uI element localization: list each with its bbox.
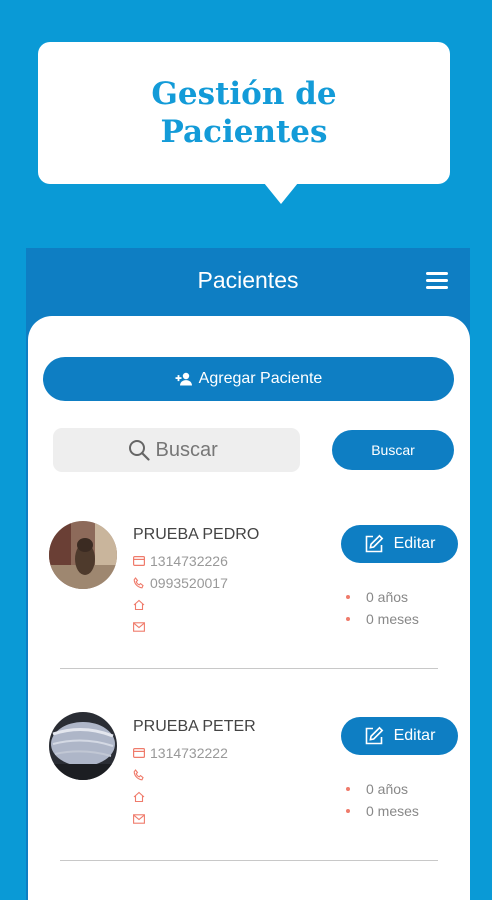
edit-patient-button[interactable]: Editar [341,525,458,563]
user-plus-icon [175,372,192,386]
app-screen: Pacientes Agregar Paciente Buscar Buscar… [26,248,470,900]
email-row [133,619,150,635]
bullet-icon [346,809,350,813]
mail-icon [133,622,145,632]
patient-name: PRUEBA PEDRO [133,526,260,543]
add-patient-button[interactable]: Agregar Paciente [43,357,454,401]
patient-age-months: 0 meses [366,803,419,819]
bullet-icon [346,595,350,599]
patient-avatar-photo [49,521,117,589]
app-bar-title: Pacientes [197,267,299,293]
patient-age-months: 0 meses [366,611,419,627]
page-title: Gestión de Pacientes [151,76,337,150]
age-months-row: 0 meses [346,803,419,819]
id-card-icon [133,748,145,758]
home-icon [133,599,145,611]
edit-label: Editar [393,727,436,744]
search-field[interactable] [53,428,300,472]
phone-icon [133,577,144,589]
id-card-icon [133,556,145,566]
phone-icon [133,769,144,781]
patient-name: PRUEBA PETER [133,718,256,735]
patient-card: PRUEBA PETER 1314732222 Editar 0 años 0 … [28,712,470,868]
search-button[interactable]: Buscar [332,430,454,470]
patient-phone: 0993520017 [150,575,228,591]
home-icon [133,791,145,803]
divider [60,860,438,861]
search-input[interactable] [155,438,226,462]
hamburger-menu-icon[interactable] [426,272,448,289]
edit-icon [365,726,383,745]
age-years-row: 0 años [346,589,408,605]
bullet-icon [346,787,350,791]
patient-age-years: 0 años [366,781,409,797]
edit-label: Editar [393,535,436,552]
id-row: 1314732222 [133,745,228,761]
patient-age-years: 0 años [366,589,409,605]
divider [60,668,438,669]
bullet-icon [346,617,350,621]
patient-id-number: 1314732222 [150,745,228,761]
title-callout: Gestión de Pacientes [38,42,450,204]
patient-card: PRUEBA PEDRO 1314732226 0993520017 Edita… [28,521,470,676]
edit-icon [365,534,383,553]
age-months-row: 0 meses [346,611,419,627]
email-row [133,811,150,827]
edit-patient-button[interactable]: Editar [341,717,458,755]
patient-id-number: 1314732226 [150,553,228,569]
search-icon [128,440,150,461]
address-row [133,597,150,613]
app-bar: Pacientes [26,248,470,316]
phone-row [133,767,150,783]
phone-row: 0993520017 [133,575,228,591]
mail-icon [133,814,145,824]
address-row [133,789,150,805]
age-years-row: 0 años [346,781,408,797]
add-patient-label: Agregar Paciente [198,370,323,387]
patient-avatar-photo [49,712,117,780]
id-row: 1314732226 [133,553,228,569]
patient-list-panel: Agregar Paciente Buscar PR [28,316,470,900]
